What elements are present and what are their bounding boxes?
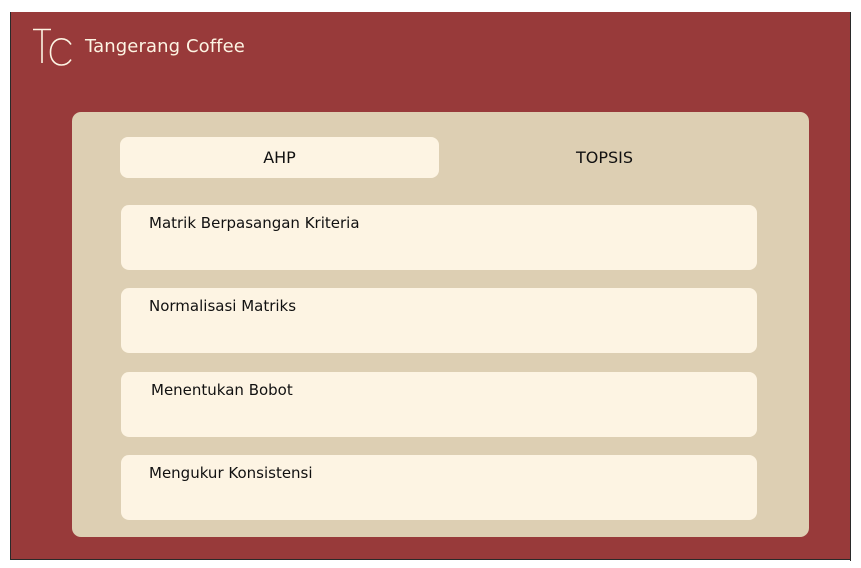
tab-ahp[interactable]: AHP xyxy=(120,137,439,178)
step-card-normalisasi-matriks[interactable]: Normalisasi Matriks xyxy=(121,288,757,353)
app-frame: Tangerang Coffee AHP TOPSIS Matrik Berpa… xyxy=(10,12,850,560)
method-panel: AHP TOPSIS Matrik Berpasangan Kriteria N… xyxy=(72,112,809,537)
brand-header: Tangerang Coffee xyxy=(31,26,245,66)
step-card-mengukur-konsistensi[interactable]: Mengukur Konsistensi xyxy=(121,455,757,520)
step-card-matrik-berpasangan[interactable]: Matrik Berpasangan Kriteria xyxy=(121,205,757,270)
step-card-menentukan-bobot[interactable]: Menentukan Bobot xyxy=(121,372,757,437)
tab-topsis[interactable]: TOPSIS xyxy=(447,137,762,178)
brand-name: Tangerang Coffee xyxy=(85,35,245,57)
tc-monogram-icon xyxy=(31,26,73,66)
frame-edge xyxy=(850,12,851,561)
step-label: Matrik Berpasangan Kriteria xyxy=(149,214,360,232)
step-label: Normalisasi Matriks xyxy=(149,297,297,315)
step-label: Menentukan Bobot xyxy=(151,381,293,399)
step-label: Mengukur Konsistensi xyxy=(149,464,313,482)
